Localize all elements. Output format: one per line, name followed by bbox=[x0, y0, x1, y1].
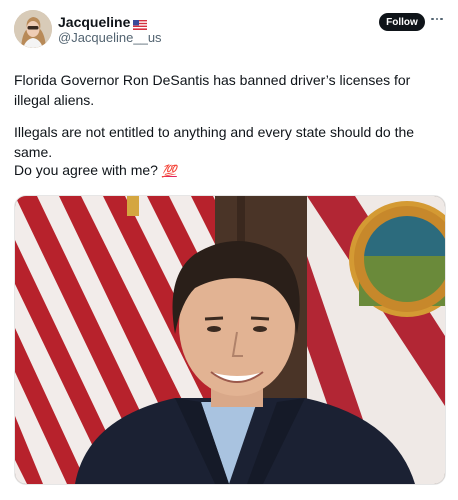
author-name-row: Jacqueline bbox=[58, 14, 148, 30]
hundred-points-icon: 💯 bbox=[161, 164, 177, 178]
more-dots-icon[interactable] bbox=[430, 12, 444, 26]
tweet-line-2: Illegals are not entitled to anything an… bbox=[14, 124, 415, 160]
tweet-line-3: Do you agree with me? 💯 bbox=[14, 160, 177, 181]
author-handle[interactable]: @Jacqueline__us bbox=[58, 30, 162, 45]
tweet-line-1: Florida Governor Ron DeSantis has banned… bbox=[14, 72, 411, 108]
tweet-photo[interactable] bbox=[14, 195, 446, 485]
tweet-header: Jacqueline @Jacqueline__us Follow bbox=[0, 0, 458, 60]
us-flag-icon bbox=[133, 17, 148, 30]
avatar[interactable] bbox=[14, 10, 52, 48]
author-name[interactable]: Jacqueline bbox=[58, 14, 130, 30]
follow-button[interactable]: Follow bbox=[379, 13, 425, 31]
tweet-question: Do you agree with me? bbox=[14, 162, 158, 178]
